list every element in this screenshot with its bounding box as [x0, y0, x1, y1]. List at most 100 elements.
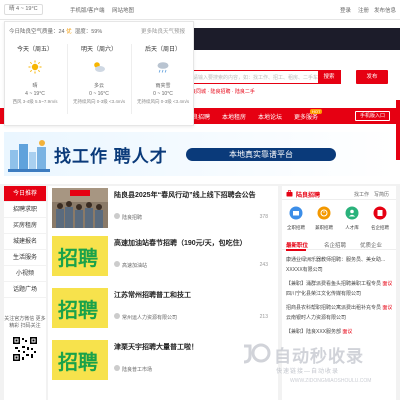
weather-day-after: 后天（周日） 雨夹雪 0 ~ 10°C 无持续风向 0-3级 <3.4m/s — [137, 44, 189, 105]
watermark-title: 自动秒收录 — [274, 347, 364, 366]
category-today[interactable]: 今日推荐 — [4, 186, 46, 202]
day-name: 今天（周五） — [16, 47, 53, 53]
job-text: 【兼职】涌群派费看鱼头招聘兼职工程专员 — [286, 281, 382, 287]
side-feedback-tab[interactable] — [396, 100, 400, 160]
watermark-logo-icon — [243, 343, 271, 364]
watermark-subtitle: 快速链接—自动收录 — [276, 369, 340, 375]
nav-item-forum[interactable]: 本地论坛 — [258, 112, 282, 121]
article-title[interactable]: 高速加油站春节招聘（190元/天，包吃住） — [114, 238, 247, 248]
parttime-jobs-button[interactable]: 兼职招聘 — [310, 204, 338, 231]
weather-day-today: 今天（周五） 晴 4 ~ 19°C 西风 3-4级 5.5~7.9m/s — [9, 44, 61, 105]
tab-quality[interactable]: 优质企业 — [360, 241, 382, 249]
category-sidebar: 今日推荐 招聘求职 买房租房 城建报名 生活服务 小视频 话题广场 关注官方微信… — [4, 186, 46, 400]
day-temp: 0 ~ 16°C — [89, 91, 109, 97]
banner-image[interactable]: 找工作 聘人才 本地真实靠谱平台 — [4, 132, 396, 176]
banner[interactable]: 找工作 聘人才 本地真实靠谱平台 — [0, 124, 400, 184]
day-temp: 4 ~ 19°C — [25, 91, 45, 97]
watermark: 自动秒收录 快速链接—自动收录 WWW.ZIDONGMIAOSHOULU.COM — [236, 336, 396, 396]
tab-famous[interactable]: 名企招聘 — [324, 241, 346, 249]
category-video[interactable]: 小视频 — [4, 266, 46, 282]
write-resume-link[interactable]: 写简历 — [374, 191, 389, 198]
mobile-entry-button[interactable]: 手机版入口 — [354, 111, 390, 121]
nav-item-more[interactable]: 更多服务 HOT — [294, 109, 323, 121]
recruitment-poster-icon: 招聘 — [52, 288, 108, 328]
day-name: 后天（周日） — [144, 47, 181, 53]
search-box[interactable]: 请输入要搜索的内容，如：找工作、招工、租房、二手车 搜索 — [186, 70, 341, 84]
day-condition: 晴 — [32, 83, 38, 89]
humidity: 湿度：59% — [74, 29, 103, 35]
talent-pool-button[interactable]: 人才库 — [338, 204, 366, 231]
article-source: 高速加油站 — [122, 263, 148, 269]
watermark-url: WWW.ZIDONGMIAOSHOULU.COM — [290, 378, 372, 384]
article-title[interactable]: 津栗天宇招聘大量普工啦！ — [114, 342, 198, 352]
login-link[interactable]: 登录 — [340, 6, 351, 14]
mobile-link[interactable]: 手机版/客户端 — [70, 6, 105, 14]
list-item[interactable]: 陆良县2025年“春风行动”线上线下招聘会公告 陆良招聘 378 — [52, 188, 274, 228]
article-title[interactable]: 江苏常州招聘普工和技工 — [114, 290, 191, 300]
header-sub-links[interactable]: 陆良同城 · 陆良招聘 · 陆良二手 — [186, 88, 255, 95]
job-pay: 面议 — [382, 305, 392, 311]
job-row[interactable]: XXXXX有限公司 — [286, 266, 392, 273]
job-category-icons: 全职招聘 兼职招聘 人才库 名企招聘 — [282, 204, 396, 234]
list-item[interactable]: 招聘 江苏常州招聘普工和技工 常州运人力资源有限公司 213 — [52, 288, 274, 328]
day-condition: 多云 — [93, 83, 104, 89]
category-life[interactable]: 生活服务 — [4, 250, 46, 266]
article-source: 陆良招聘 — [122, 215, 143, 221]
publish-link[interactable]: 发布信息 — [374, 6, 396, 14]
job-row[interactable]: 【兼职】涌群派费看鱼头招聘兼职工程专员 面议 — [286, 280, 392, 287]
qr-code-icon — [12, 336, 38, 362]
nav-item-label: 更多服务 — [294, 115, 319, 121]
nav-item-rent[interactable]: 本地租房 — [222, 112, 246, 121]
talent-icon — [345, 206, 359, 220]
post-button-label: 发布 — [366, 74, 378, 80]
avatar — [114, 365, 120, 371]
sitemap-link[interactable]: 网站地图 — [112, 6, 134, 14]
icon-label: 兼职招聘 — [315, 225, 333, 230]
air-quality-label: 今日陆良空气质量：24 — [9, 29, 65, 35]
jobs-tabs: 最新职位 名企招聘 优质企业 — [282, 238, 396, 251]
weather-chip[interactable]: 晴 4 ~ 19°C — [4, 4, 43, 15]
article-title[interactable]: 陆良县2025年“春风行动”线上线下招聘会公告 — [114, 190, 256, 200]
search-input[interactable]: 请输入要搜索的内容，如：找工作、招工、租房、二手车 — [193, 74, 318, 81]
weather-panel: 今日陆良空气质量：24 优 湿度：59% 更多陆良天气预报 今天（周五） 晴 4… — [4, 21, 194, 126]
briefcase-icon — [286, 190, 293, 197]
day-condition: 雨夹雪 — [155, 83, 171, 89]
article-source: 陆良普工市场 — [122, 367, 153, 373]
job-row[interactable]: 【兼职】陆良XXX服务部 面议 — [286, 328, 392, 335]
category-topics[interactable]: 话题广场 — [4, 282, 46, 298]
job-text: 云南银时人力资源有限公司 — [286, 315, 347, 321]
tab-latest[interactable]: 最新职位 — [286, 241, 308, 249]
job-row[interactable]: 云南银时人力资源有限公司 — [286, 314, 392, 321]
air-quality: 今日陆良空气质量：24 优 湿度：59% — [9, 27, 102, 35]
fulltime-jobs-button[interactable]: 全职招聘 — [282, 204, 310, 231]
jobs-panel-header: 陆良招聘 找工作 写简历 — [282, 186, 396, 200]
job-pay: 面议 — [382, 281, 392, 287]
view-count: 243 — [259, 262, 268, 268]
find-job-link[interactable]: 找工作 — [354, 191, 369, 198]
top-bar: 晴 4 ~ 19°C 手机版/客户端 网站地图 登录 注册 发布信息 — [0, 0, 400, 20]
city-illustration-icon — [8, 140, 50, 172]
article-source: 常州运人力资源有限公司 — [122, 315, 178, 321]
register-link[interactable]: 注册 — [358, 6, 369, 14]
recruitment-poster-icon: 招聘 — [52, 340, 108, 380]
search-button[interactable]: 搜索 — [318, 71, 340, 83]
crowd-photo-icon — [52, 188, 108, 228]
category-jobs[interactable]: 招聘求职 — [4, 202, 46, 218]
more-weather-link[interactable]: 更多陆良天气预报 — [141, 27, 185, 35]
category-housing[interactable]: 买房租房 — [4, 218, 46, 234]
partly-cloudy-icon — [94, 62, 105, 72]
air-quality-level: 优 — [66, 29, 72, 35]
job-row[interactable]: 招商县农科帮职招聘公寓派费出租补充专员 面议 — [286, 304, 392, 311]
category-city[interactable]: 城建报名 — [4, 234, 46, 250]
sun-icon — [28, 60, 42, 74]
day-wind: 无持续风向 0-3级 <3.4m/s — [73, 99, 126, 104]
post-button[interactable]: 发布 — [356, 70, 388, 84]
job-row[interactable]: 四川宁化县荣江文化传媒有限公司 — [286, 290, 392, 297]
recruitment-poster-icon: 招聘 — [52, 236, 108, 276]
list-item[interactable]: 招聘 高速加油站春节招聘（190元/天，包吃住） 高速加油站 243 — [52, 236, 274, 276]
weather-day-tomorrow: 明天（周六） 多云 0 ~ 16°C 无持续风向 0-3级 <3.4m/s — [73, 44, 125, 105]
job-row[interactable]: 康通业绿洲乐器教师招聘：服务员、美女助... — [286, 256, 392, 263]
icon-label: 全职招聘 — [287, 225, 305, 230]
famous-company-button[interactable]: 名企招聘 — [366, 204, 394, 231]
icon-label: 名企招聘 — [371, 225, 389, 230]
